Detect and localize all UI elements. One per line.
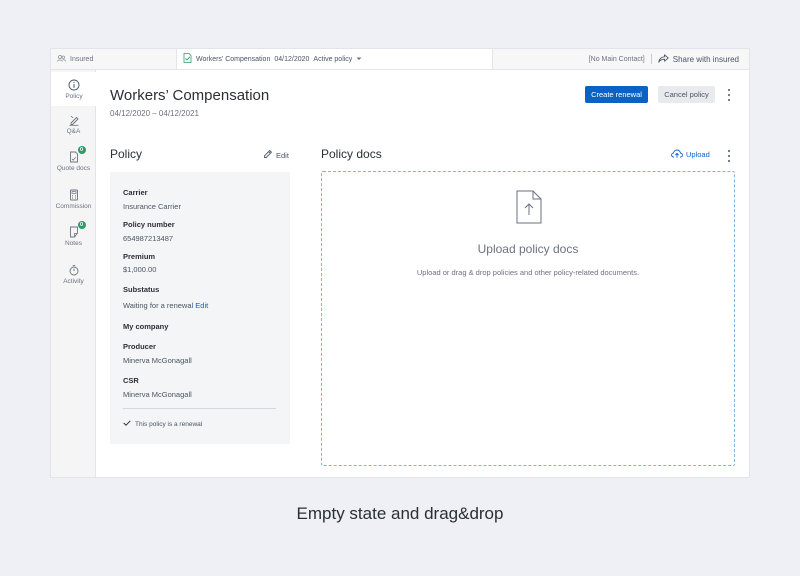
policy-docs-dropzone[interactable]: Upload policy docs Upload or drag & drop… xyxy=(321,171,735,466)
upload-label: Upload xyxy=(686,150,710,159)
share-icon xyxy=(658,53,669,65)
policy-number-value: 654987213487 xyxy=(123,234,174,243)
more-options-icon[interactable] xyxy=(726,89,732,101)
quote-docs-badge: 0 xyxy=(77,146,86,154)
policy-check-icon xyxy=(183,53,192,65)
insured-label: Insured xyxy=(70,55,94,63)
checkmark-icon xyxy=(123,420,131,428)
policy-name: Workers' Compensation xyxy=(196,55,271,63)
note-icon: 0 xyxy=(67,221,86,239)
calculator-icon xyxy=(67,188,81,202)
sidebar-item-label: Notes xyxy=(65,240,82,247)
dropzone-title: Upload policy docs xyxy=(477,242,579,256)
policy-date: 04/12/2020 xyxy=(274,55,310,63)
divider xyxy=(123,408,276,409)
pencil-icon xyxy=(263,149,273,161)
sidebar-item-notes[interactable]: 0 Notes xyxy=(51,221,96,247)
sidebar-item-label: Quote docs xyxy=(56,165,91,172)
share-with-insured-button[interactable]: Share with insured xyxy=(658,53,739,65)
create-renewal-button[interactable]: Create renewal xyxy=(585,86,648,103)
app-window: Insured Workers' Compensation 04/12/2020… xyxy=(50,48,750,478)
policy-details-card: Carrier Insurance Carrier Policy number … xyxy=(110,172,290,444)
cloud-upload-icon xyxy=(671,149,683,160)
document-icon: 0 xyxy=(67,146,86,164)
edit-label: Edit xyxy=(276,150,289,160)
page-title: Workers’ Compensation xyxy=(110,87,270,104)
premium-label: Premium xyxy=(123,252,156,261)
edit-policy-button[interactable]: Edit xyxy=(263,149,289,161)
sidebar: Policy Q&A 0 Quote docs Commission 0 Not… xyxy=(51,70,97,477)
chevron-down-icon xyxy=(356,56,362,63)
policy-selector[interactable]: Workers' Compensation 04/12/2020 Active … xyxy=(176,49,493,69)
sidebar-item-label: Q&A xyxy=(66,128,81,135)
pen-icon xyxy=(67,113,81,127)
carrier-value: Insurance Carrier xyxy=(123,202,181,211)
sidebar-item-activity[interactable]: Activity xyxy=(51,263,96,285)
producer-label: Producer xyxy=(123,342,156,351)
sidebar-item-qa[interactable]: Q&A xyxy=(51,113,96,135)
stopwatch-icon xyxy=(67,263,81,277)
share-label: Share with insured xyxy=(672,54,739,64)
notes-badge: 0 xyxy=(77,221,86,229)
my-company-label: My company xyxy=(123,322,169,331)
substatus-row: Waiting for a renewal Edit xyxy=(123,301,208,310)
users-icon xyxy=(57,54,66,64)
renewal-note: This policy is a renewal xyxy=(135,420,203,428)
policy-number-label: Policy number xyxy=(123,220,175,229)
producer-value: Minerva McGonagall xyxy=(123,356,192,365)
csr-label: CSR xyxy=(123,376,139,385)
premium-value: $1,000.00 xyxy=(123,265,157,274)
upload-button[interactable]: Upload xyxy=(671,149,710,160)
top-bar: Insured Workers' Compensation 04/12/2020… xyxy=(51,49,749,70)
sidebar-item-quote-docs[interactable]: 0 Quote docs xyxy=(51,146,96,172)
policy-status: Active policy xyxy=(313,55,353,63)
docs-more-options-icon[interactable] xyxy=(726,150,732,162)
insured-tab[interactable]: Insured xyxy=(51,49,176,69)
policy-dates: 04/12/2020 – 04/12/2021 xyxy=(110,109,199,118)
renewal-indicator: This policy is a renewal xyxy=(123,420,202,428)
info-icon xyxy=(67,78,81,92)
divider xyxy=(650,54,652,64)
edit-substatus-link[interactable]: Edit xyxy=(195,301,208,310)
file-upload-icon xyxy=(516,190,542,229)
policy-docs-title: Policy docs xyxy=(321,147,382,161)
policy-section-title: Policy xyxy=(110,147,143,161)
sidebar-item-policy[interactable]: Policy xyxy=(51,72,97,106)
substatus-label: Substatus xyxy=(123,285,160,294)
cancel-policy-button[interactable]: Cancel policy xyxy=(658,86,715,103)
image-caption: Empty state and drag&drop xyxy=(296,504,504,523)
csr-value: Minerva McGonagall xyxy=(123,390,192,399)
carrier-label: Carrier xyxy=(123,188,148,197)
main-contact[interactable]: [No Main Contact] xyxy=(589,56,645,63)
topbar-right: [No Main Contact] Share with insured xyxy=(493,49,749,69)
sidebar-item-label: Commission xyxy=(55,203,92,210)
substatus-value: Waiting for a renewal xyxy=(123,301,194,310)
dropzone-subtitle: Upload or drag & drop policies and other… xyxy=(416,268,640,277)
sidebar-item-commission[interactable]: Commission xyxy=(51,188,96,210)
sidebar-item-label: Activity xyxy=(63,278,84,285)
sidebar-item-label: Policy xyxy=(65,93,83,100)
